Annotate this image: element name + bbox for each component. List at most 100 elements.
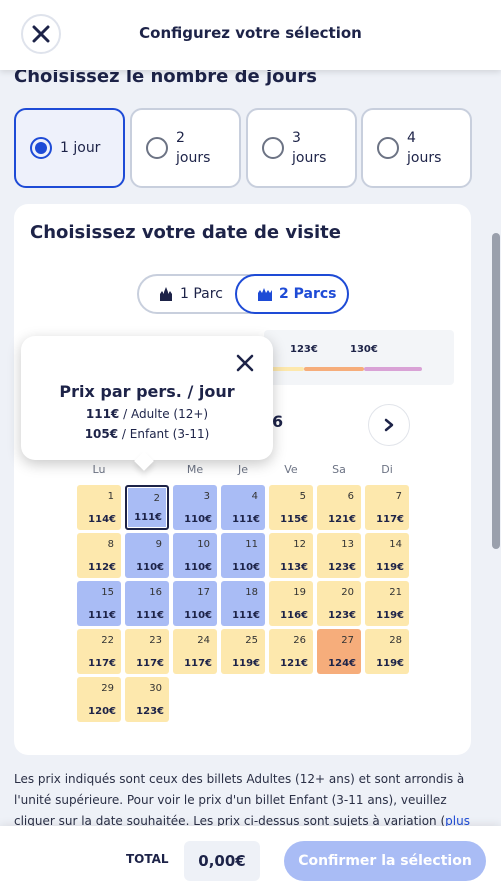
day-option-4[interactable]: 4 jours — [361, 108, 472, 188]
calendar-day[interactable]: 12 113€ — [269, 533, 313, 578]
day-number: 15 — [101, 587, 114, 598]
calendar-day[interactable]: 19 116€ — [269, 581, 313, 626]
calendar-day[interactable]: 29 120€ — [77, 677, 121, 722]
tooltip-close-button[interactable] — [233, 351, 257, 375]
calendar-day[interactable]: 30 123€ — [125, 677, 169, 722]
radio-icon — [146, 137, 168, 159]
calendar-day[interactable]: 25 119€ — [221, 629, 265, 674]
calendar-day[interactable]: 20 123€ — [317, 581, 361, 626]
day-number: 7 — [395, 491, 402, 502]
day-number: 14 — [389, 539, 402, 550]
day-price: 110€ — [184, 514, 212, 525]
day-number: 13 — [341, 539, 354, 550]
calendar-day[interactable]: 17 110€ — [173, 581, 217, 626]
total-label: TOTAL — [126, 852, 169, 866]
radio-icon — [30, 137, 52, 159]
day-price: 110€ — [136, 562, 164, 573]
day-price: 123€ — [328, 562, 356, 573]
calendar-day[interactable]: 7 117€ — [365, 485, 409, 530]
day-number: 8 — [107, 539, 114, 550]
day-number: 25 — [245, 635, 258, 646]
park-option-2[interactable]: 2 Parcs — [235, 274, 349, 314]
day-number: 18 — [245, 587, 258, 598]
day-number: 11 — [245, 539, 258, 550]
calendar-day[interactable]: 23 117€ — [125, 629, 169, 674]
day-number: 29 — [101, 683, 114, 694]
day-number: 9 — [155, 539, 162, 550]
day-option-1[interactable]: 1 jour — [14, 108, 125, 188]
day-number: 16 — [149, 587, 162, 598]
day-price: 110€ — [184, 610, 212, 621]
total-value: 0,00€ — [184, 841, 260, 881]
day-number: 28 — [389, 635, 402, 646]
calendar-day[interactable]: 6 121€ — [317, 485, 361, 530]
calendar-day[interactable]: 26 121€ — [269, 629, 313, 674]
weekday-label: Ve — [284, 463, 298, 476]
tooltip-adult-price: 111€ / Adulte (12+) — [85, 407, 209, 421]
park-option-label: 2 Parcs — [279, 286, 337, 302]
chevron-right-icon — [384, 418, 394, 432]
calendar-day[interactable]: 11 110€ — [221, 533, 265, 578]
day-number: 26 — [293, 635, 306, 646]
day-price: 119€ — [232, 658, 260, 669]
calendar-day[interactable]: 22 117€ — [77, 629, 121, 674]
day-option-3[interactable]: 3 jours — [246, 108, 357, 188]
next-month-button[interactable] — [368, 404, 410, 446]
calendar-day[interactable]: 1 114€ — [77, 485, 121, 530]
day-price: 110€ — [232, 562, 260, 573]
day-number: 23 — [149, 635, 162, 646]
calendar-day[interactable]: 3 110€ — [173, 485, 217, 530]
park-option-1[interactable]: 1 Parc — [158, 274, 236, 314]
calendar-day[interactable]: 13 123€ — [317, 533, 361, 578]
day-price: 119€ — [376, 610, 404, 621]
day-number: 5 — [299, 491, 306, 502]
calendar-day[interactable]: 16 111€ — [125, 581, 169, 626]
calendar-day[interactable]: 9 110€ — [125, 533, 169, 578]
calendar-day[interactable]: 2 111€ — [125, 485, 169, 530]
calendar-day[interactable]: 24 117€ — [173, 629, 217, 674]
confirm-button[interactable]: Confirmer la sélection — [284, 841, 486, 881]
day-price: 111€ — [136, 610, 164, 621]
day-price: 119€ — [376, 658, 404, 669]
day-option-label: 1 jour — [60, 140, 101, 156]
day-price: 119€ — [376, 562, 404, 573]
legend-label: 130€ — [350, 344, 378, 355]
day-number: 17 — [197, 587, 210, 598]
calendar-day[interactable]: 15 111€ — [77, 581, 121, 626]
day-price: 114€ — [88, 514, 116, 525]
calendar-day[interactable]: 21 119€ — [365, 581, 409, 626]
day-number: 30 — [149, 683, 162, 694]
calendar-day[interactable]: 8 112€ — [77, 533, 121, 578]
calendar-day[interactable]: 4 111€ — [221, 485, 265, 530]
day-number: 22 — [101, 635, 114, 646]
calendar-day[interactable]: 5 115€ — [269, 485, 313, 530]
day-price: 110€ — [184, 562, 212, 573]
calendar-day[interactable]: 27 124€ — [317, 629, 361, 674]
castle-icon — [160, 287, 172, 301]
calendar-day[interactable]: 14 119€ — [365, 533, 409, 578]
page-title: Configurez votre sélection — [139, 24, 362, 42]
day-price: 111€ — [88, 610, 116, 621]
weekday-label: Je — [237, 463, 248, 476]
calendar-day[interactable]: 18 111€ — [221, 581, 265, 626]
legend-bar-purple — [364, 367, 422, 371]
legend-label: 123€ — [290, 344, 318, 355]
weekday-label: Lu — [92, 463, 106, 476]
day-price: 115€ — [280, 514, 308, 525]
day-price: 117€ — [136, 658, 164, 669]
scrollbar[interactable] — [492, 233, 500, 549]
day-price: 111€ — [232, 610, 260, 621]
tooltip-title: Prix par pers. / jour — [59, 382, 235, 401]
day-price: 117€ — [88, 658, 116, 669]
day-option-2[interactable]: 2 jours — [130, 108, 241, 188]
radio-icon — [262, 137, 284, 159]
price-legend — [264, 330, 454, 385]
weekday-label: Sa — [332, 463, 346, 476]
day-price: 111€ — [134, 512, 162, 523]
day-option-label: 2 jours — [176, 130, 211, 166]
calendar-day[interactable]: 10 110€ — [173, 533, 217, 578]
day-price: 121€ — [328, 514, 356, 525]
weekday-label: Me — [186, 463, 204, 476]
calendar-day[interactable]: 28 119€ — [365, 629, 409, 674]
day-price: 117€ — [184, 658, 212, 669]
